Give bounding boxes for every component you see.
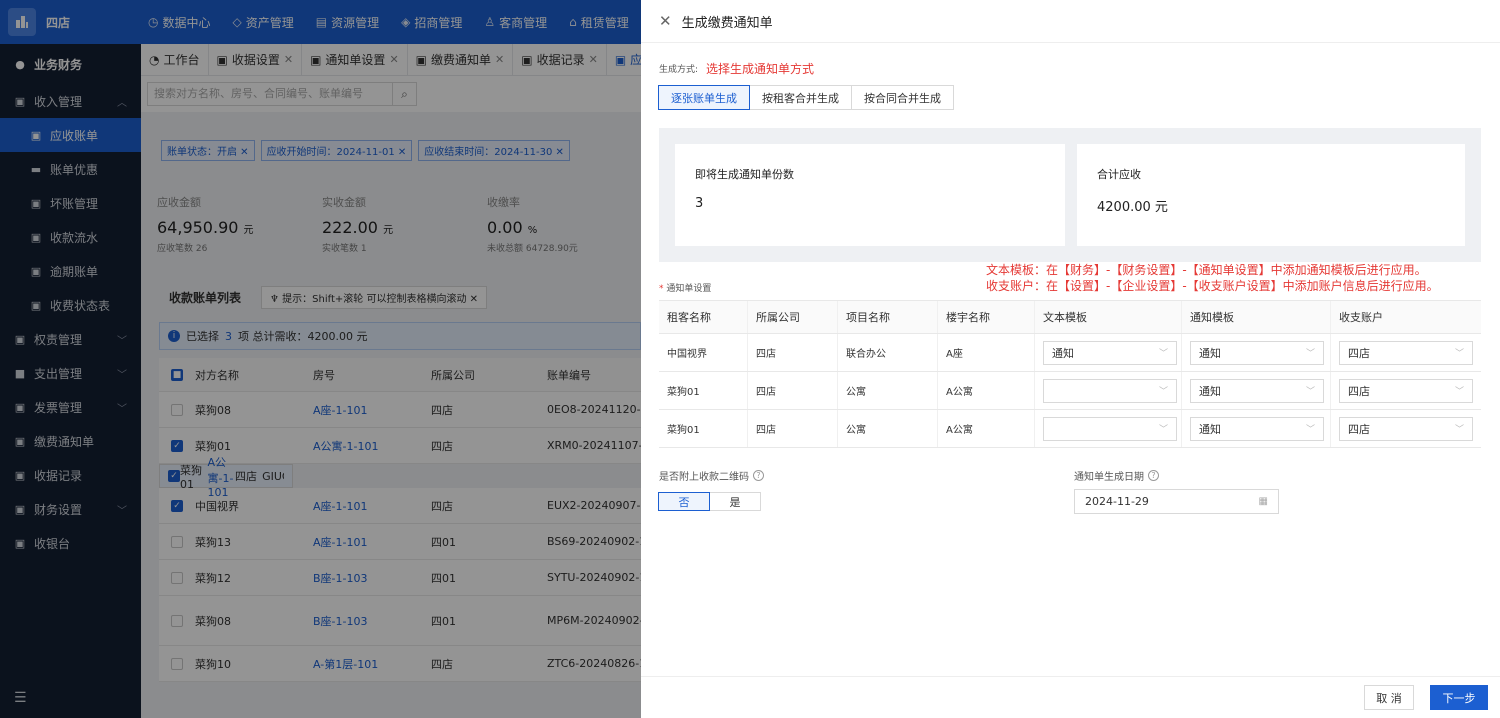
total-receivable-card: 合计应收 4200.00 元 bbox=[1077, 144, 1465, 246]
notice-settings-label: * 通知单设置 bbox=[659, 284, 712, 294]
template-notes: 文本模板：在【财务】-【财务设置】-【通知单设置】中添加通知模板后进行应用。 收… bbox=[986, 263, 1439, 293]
account-select[interactable]: 四店 ﹀ bbox=[1339, 378, 1473, 403]
drawer-header: ✕ 生成缴费通知单 bbox=[641, 0, 1500, 43]
calendar-icon: ▦ bbox=[1258, 496, 1268, 507]
help-icon[interactable]: ? bbox=[753, 470, 764, 481]
notice-row: 中国视界 四店 联合办公 A座 通知 ﹀ 通知 ﹀ 四店 ﹀ bbox=[659, 334, 1481, 372]
qr-yes-button[interactable]: 是 bbox=[709, 492, 761, 511]
drawer-footer: 取 消 下一步 bbox=[641, 676, 1500, 718]
mode-per-bill-button[interactable]: 逐张账单生成 bbox=[658, 85, 750, 110]
notice-template-select[interactable]: 通知 ﹀ bbox=[1190, 340, 1324, 365]
chevron-down-icon: ﹀ bbox=[1305, 387, 1315, 397]
help-icon[interactable]: ? bbox=[1148, 470, 1159, 481]
notice-template-select[interactable]: 通知 ﹀ bbox=[1190, 416, 1324, 441]
notice-count-card: 即将生成通知单份数 3 bbox=[675, 144, 1065, 246]
generation-mode-row: 生成方式: 选择生成通知单方式 bbox=[659, 60, 814, 77]
cancel-button[interactable]: 取 消 bbox=[1364, 685, 1414, 710]
chevron-down-icon: ﹀ bbox=[1454, 387, 1464, 397]
chevron-down-icon: ﹀ bbox=[1158, 425, 1168, 435]
qr-code-toggle: 否 是 bbox=[658, 492, 761, 511]
notice-row: 菜狗01 四店 公寓 A公寓 ﹀ 通知 ﹀ 四店 ﹀ bbox=[659, 372, 1481, 410]
next-step-button[interactable]: 下一步 bbox=[1430, 685, 1488, 710]
generation-mode-note: 选择生成通知单方式 bbox=[706, 62, 815, 76]
mode-by-tenant-button[interactable]: 按租客合并生成 bbox=[749, 85, 852, 110]
qr-code-label: 是否附上收款二维码? bbox=[659, 468, 764, 483]
generation-date-picker[interactable]: 2024-11-29 ▦ bbox=[1074, 489, 1279, 514]
modal-mask[interactable] bbox=[0, 0, 641, 718]
chevron-down-icon: ﹀ bbox=[1454, 425, 1464, 435]
notice-template-select[interactable]: 通知 ﹀ bbox=[1190, 378, 1324, 403]
text-template-select[interactable]: ﹀ bbox=[1043, 416, 1177, 441]
generation-mode-selector: 逐张账单生成 按租客合并生成 按合同合并生成 bbox=[658, 85, 954, 110]
qr-no-button[interactable]: 否 bbox=[658, 492, 710, 511]
text-template-select[interactable]: 通知 ﹀ bbox=[1043, 340, 1177, 365]
chevron-down-icon: ﹀ bbox=[1158, 349, 1168, 359]
generation-mode-label: 生成方式: bbox=[659, 65, 699, 75]
text-template-select[interactable]: ﹀ bbox=[1043, 378, 1177, 403]
chevron-down-icon: ﹀ bbox=[1305, 349, 1315, 359]
notice-settings-table: 租客名称 所属公司 项目名称 楼宇名称 文本模板 通知模板 收支账户 中国视界四… bbox=[659, 300, 1481, 448]
chevron-down-icon: ﹀ bbox=[1158, 387, 1168, 397]
mode-by-contract-button[interactable]: 按合同合并生成 bbox=[851, 85, 954, 110]
chevron-down-icon: ﹀ bbox=[1454, 349, 1464, 359]
generate-notice-drawer: ✕ 生成缴费通知单 生成方式: 选择生成通知单方式 逐张账单生成 按租客合并生成… bbox=[641, 0, 1500, 718]
close-icon[interactable]: ✕ bbox=[659, 12, 672, 30]
generation-date-label: 通知单生成日期? bbox=[1074, 468, 1159, 483]
account-select[interactable]: 四店 ﹀ bbox=[1339, 416, 1473, 441]
drawer-title: 生成缴费通知单 bbox=[681, 15, 773, 31]
account-select[interactable]: 四店 ﹀ bbox=[1339, 340, 1473, 365]
chevron-down-icon: ﹀ bbox=[1305, 425, 1315, 435]
notice-table-header: 租客名称 所属公司 项目名称 楼宇名称 文本模板 通知模板 收支账户 bbox=[659, 301, 1481, 334]
notice-row: 菜狗01 四店 公寓 A公寓 ﹀ 通知 ﹀ 四店 ﹀ bbox=[659, 410, 1481, 448]
summary-panel: 即将生成通知单份数 3 合计应收 4200.00 元 bbox=[659, 128, 1481, 262]
